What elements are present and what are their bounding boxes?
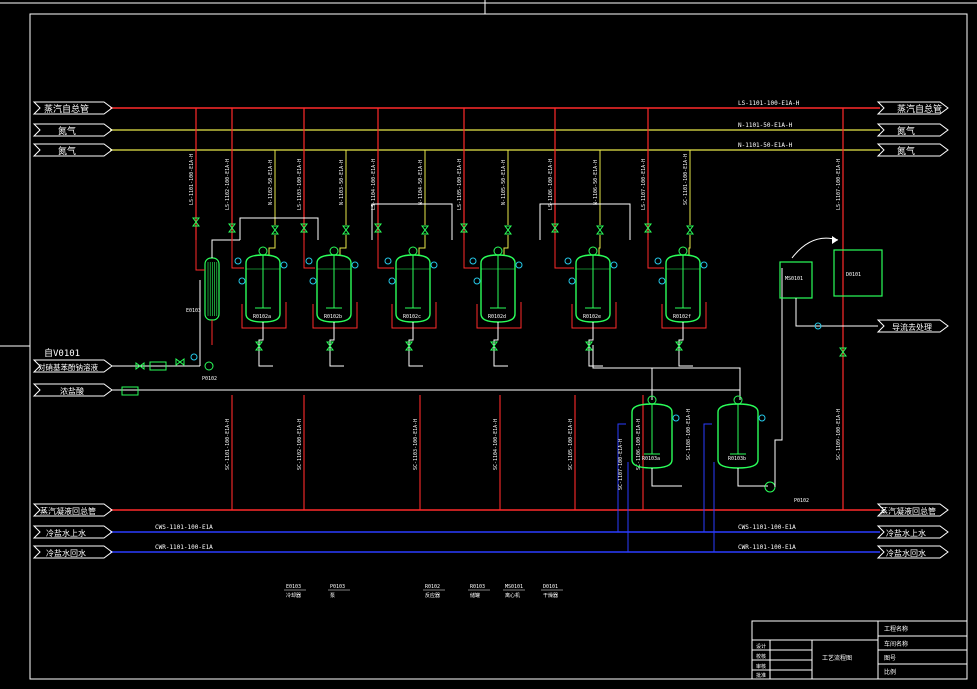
cooling-supply-code-right: CWS-1101-100-E1A [738, 524, 796, 531]
equipment-tag: R0102b [324, 314, 342, 320]
tb-sheet1: 图号 [884, 655, 896, 662]
equipment-tag: MS0101 [785, 276, 803, 282]
line-code-label: N-1105-50-E1A-H [501, 160, 507, 205]
nitrogen-1-line-code: N-1101-50-E1A-H [738, 122, 793, 129]
line-code-label: SC-1105-100-E1A-H [568, 419, 574, 470]
equipment-tag: R0102a [253, 314, 271, 320]
steam-main-label-left: 蒸汽自总管 [44, 103, 89, 115]
equipment-tag: R0102e [583, 314, 601, 320]
line-code-label: LS-1106-100-E1A-H [548, 159, 554, 210]
line-code-label: SC-1108-100-E1A-H [686, 409, 692, 460]
equipment-tag: R0102c [403, 314, 421, 320]
tb-row4: 批准 [756, 672, 766, 679]
legend-desc: 反应器 [425, 592, 440, 599]
nitrogen-1-label-left: 氮气 [58, 125, 76, 137]
equipment-tag: D0101 [846, 272, 861, 278]
legend-tag: R0102 [425, 584, 440, 590]
equipment-tag: R0103b [728, 456, 746, 462]
legend-desc: 储罐 [470, 592, 480, 599]
cooling-return-code-left: CWR-1101-100-E1A [155, 544, 213, 551]
line-code-label: LS-1105-100-E1A-H [457, 159, 463, 210]
equipment-tag: R0102f [673, 314, 691, 320]
cooling-return-label-left: 冷盐水回水 [46, 548, 86, 558]
legend-tag: E0103 [286, 584, 301, 590]
equipment-tag: R0103a [642, 456, 660, 462]
line-code-label: LS-1107-100-E1A-H [641, 159, 647, 210]
condensate-label-left: 蒸汽凝液回总管 [40, 506, 96, 516]
cooling-supply-label-left: 冷盐水上水 [46, 528, 86, 538]
line-code-label: N-1106-50-E1A-H [593, 160, 599, 205]
steam-main-line-code: LS-1101-100-E1A-H [738, 100, 800, 107]
tb-project: 工程名称 [884, 625, 908, 633]
equipment-tag: R0102d [488, 314, 506, 320]
line-code-label: SC-1106-100-E1A-H [636, 419, 642, 470]
tb-title: 工艺流程图 [822, 654, 852, 662]
line-code-label: SC-1103-100-E1A-H [413, 419, 419, 470]
tb-row1: 设计 [756, 643, 766, 650]
tb-row2: 校核 [756, 653, 766, 660]
equipment-tag: P0102 [794, 498, 809, 504]
cooling-supply-code-left: CWS-1101-100-E1A [155, 524, 213, 531]
equipment-tag: P0102 [202, 376, 217, 382]
legend-tag: R0103 [470, 584, 485, 590]
nitrogen-1-label-right: 氮气 [897, 125, 915, 137]
feed-label: 对硝基苯酚钠溶液 [38, 362, 98, 372]
line-code-label: SC-1109-100-E1A-H [836, 409, 842, 460]
steam-main-label-right: 蒸汽自总管 [897, 103, 942, 115]
line-code-label: LS-1107-100-E1A-H [836, 159, 842, 210]
from-vessel-tag: 自V0101 [44, 347, 80, 359]
tb-row3: 审核 [756, 663, 766, 670]
line-code-label: N-1102-50-E1A-H [268, 160, 274, 205]
legend-tag: MS0101 [505, 584, 523, 590]
line-code-label: SC-1102-100-E1A-H [297, 419, 303, 470]
line-code-label: SC-1101-100-E1A-H [225, 419, 231, 470]
legend-desc: 干燥器 [543, 592, 558, 599]
tb-subproject: 车间名称 [884, 640, 908, 648]
nitrogen-2-line-code: N-1101-50-E1A-H [738, 142, 793, 149]
pid-diagram-canvas: 蒸汽自总管 蒸汽自总管 LS-1101-100-E1A-H 氮气 氮气 N-11… [0, 0, 977, 689]
cooling-supply-label-right: 冷盐水上水 [886, 528, 926, 538]
line-code-label: LS-1104-100-E1A-H [371, 159, 377, 210]
legend-desc: 冷却器 [286, 592, 301, 599]
line-code-label: N-1104-50-E1A-H [418, 160, 424, 205]
nitrogen-2-label-right: 氮气 [897, 145, 915, 157]
line-code-label: LS-1102-100-E1A-H [225, 159, 231, 210]
line-code-label: LS-1101-100-E1A-H [189, 154, 195, 205]
legend-desc: 离心机 [505, 592, 520, 599]
equipment-tag: E0103 [186, 308, 201, 314]
line-code-label: SC-1101-100-E1A-H [683, 154, 689, 205]
acid-label: 浓盐酸 [60, 386, 84, 396]
line-code-label: N-1103-50-E1A-H [339, 160, 345, 205]
condensate-label-right: 蒸汽凝液回总管 [880, 506, 936, 516]
line-code-label: SC-1104-100-E1A-H [493, 419, 499, 470]
line-code-label: LS-1103-100-E1A-H [297, 159, 303, 210]
cooling-return-label-right: 冷盐水回水 [886, 548, 926, 558]
off-gas-label: 导流去处理 [892, 322, 932, 332]
tb-sheet2: 比例 [884, 668, 896, 676]
cooling-return-code-right: CWR-1101-100-E1A [738, 544, 796, 551]
legend-tag: D0101 [543, 584, 558, 590]
legend-desc: 泵 [330, 593, 335, 599]
line-code-label: SC-1107-100-E1A-H [618, 439, 624, 490]
legend-tag: P0103 [330, 584, 345, 590]
nitrogen-2-label-left: 氮气 [58, 145, 76, 157]
